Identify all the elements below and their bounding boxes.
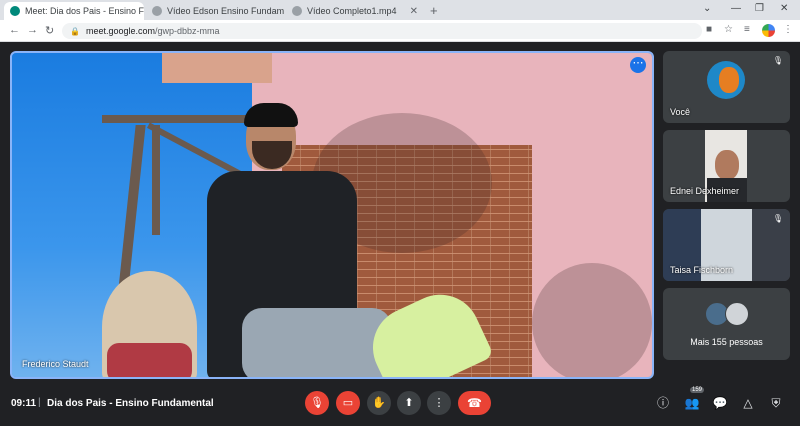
participant-tile-taisa[interactable]: 🎙 Taisa Fischborn [663,209,790,281]
tab-search-icon[interactable]: ⌄ [703,3,711,14]
menu-icon[interactable]: ⋮ [783,24,793,35]
mic-off-icon[interactable]: 🎙 [305,391,329,415]
main-video-tile[interactable]: Frederico Staudt ⋯ [10,51,654,379]
avatar [707,61,745,99]
url-host: meet.google.com [85,26,156,36]
forward-icon[interactable]: → [27,24,38,36]
participant-video [715,150,739,180]
tab-video-completo[interactable]: Vídeo Completo1.mp4 ✕ [286,2,424,20]
camera-off-icon[interactable]: ▭ [336,391,360,415]
browser-tab-strip: Meet: Dia dos Pais - Ensino F ✕ Vídeo Ed… [0,0,800,20]
tile-options-icon[interactable]: ⋯ [630,57,646,73]
meet-stage: Frederico Staudt ⋯ 🎙 Você Ednei Dexheime… [0,43,800,383]
new-tab-button[interactable]: + [430,3,438,18]
call-end-icon[interactable]: ☎ [458,391,491,415]
avatar [725,302,749,326]
participant-name: Taisa Fischborn [670,265,734,275]
star-icon[interactable]: ☆ [724,24,733,35]
tab-label: Meet: Dia dos Pais - Ensino F [25,6,144,16]
meet-favicon-icon [10,6,20,16]
participant-name: Ednei Dexheimer [670,186,740,196]
present-icon[interactable]: ⬆ [397,391,421,415]
minimize-icon[interactable]: — [731,3,741,14]
reading-list-icon[interactable]: ≡ [744,24,750,35]
participant-tile-ednei[interactable]: Ednei Dexheimer [663,130,790,202]
people-icon[interactable]: 👥 [684,395,700,411]
tab-meet[interactable]: Meet: Dia dos Pais - Ensino F ✕ [4,2,144,20]
globe-favicon-icon [292,6,302,16]
speaker-name-label: Frederico Staudt [22,359,89,369]
close-window-icon[interactable]: ✕ [780,3,788,14]
meeting-controls-bar: 09:11 | Dia dos Pais - Ensino Fundamenta… [0,383,800,426]
participant-count-badge: 159 [690,387,705,393]
participant-name: Você [670,107,691,117]
reload-icon[interactable]: ↻ [45,24,54,37]
mic-off-icon: 🎙 [772,214,784,223]
shapes-icon[interactable]: △ [740,395,756,411]
meeting-title: Dia dos Pais - Ensino Fundamental [47,398,214,409]
meeting-time: 09:11 [11,398,37,409]
more-vert-icon[interactable]: ⋮ [427,391,451,415]
back-icon[interactable]: ← [9,24,20,36]
browser-toolbar: ← → ↻ 🔒 meet.google.com/gwp-dbbz-mma ■ ☆… [0,20,800,42]
mic-off-icon: 🎙 [772,56,784,65]
tab-label: Vídeo Completo1.mp4 [307,6,397,16]
address-bar[interactable]: 🔒 meet.google.com/gwp-dbbz-mma [62,23,702,39]
url-path: /gwp-dbbz-mma [155,26,220,36]
divider: | [38,397,41,408]
hand-icon[interactable]: ✋ [367,391,391,415]
tab-label: Vídeo Edson Ensino Fundamental [167,6,284,16]
avatar-stack [705,302,755,326]
maximize-icon[interactable]: ❐ [755,3,764,14]
profile-avatar[interactable] [762,24,775,37]
globe-favicon-icon [152,6,162,16]
chat-icon[interactable]: 💬 [712,395,728,411]
camera-in-use-icon[interactable]: ■ [706,24,712,35]
tab-video-edson[interactable]: Vídeo Edson Ensino Fundamental ✕ [146,2,284,20]
info-icon[interactable]: ⓘ [655,395,671,411]
participant-tile-you[interactable]: 🎙 Você [663,51,790,123]
more-participants-tile[interactable]: Mais 155 pessoas [663,288,790,360]
more-participants-label: Mais 155 pessoas [690,337,763,347]
tab-close-icon[interactable]: ✕ [406,6,418,17]
lock-icon: 🔒 [70,26,80,36]
shield-icon[interactable]: ⛨ [768,395,784,411]
